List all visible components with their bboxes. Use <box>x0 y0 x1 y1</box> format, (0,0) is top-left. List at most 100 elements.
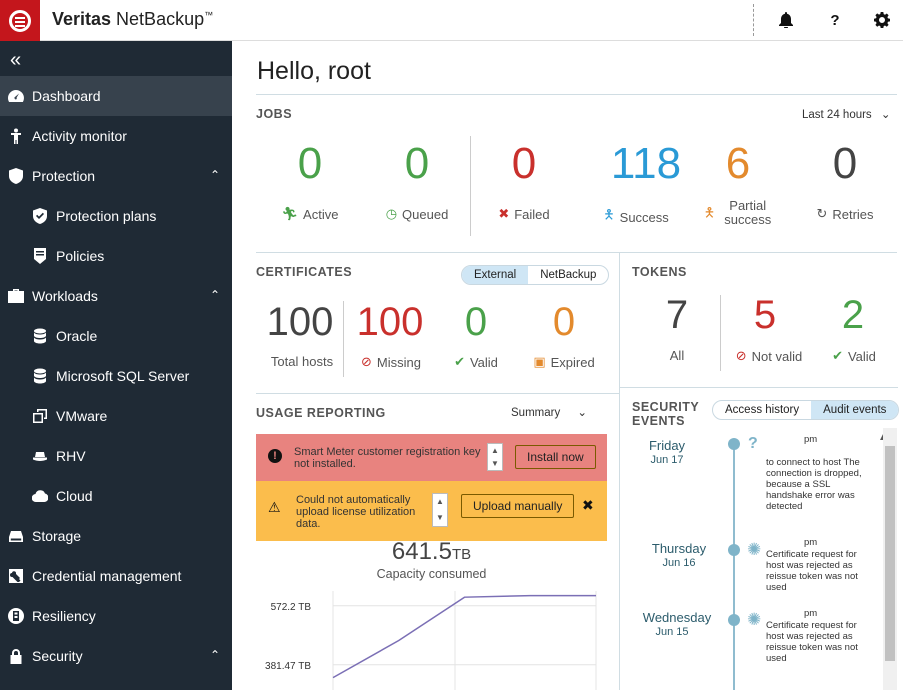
sidebar-item-rhv[interactable]: RHV <box>0 436 232 476</box>
partial-success-count[interactable]: 6 <box>708 139 768 189</box>
scroll-stepper[interactable]: ▲ ▼ <box>487 443 503 471</box>
divider <box>256 252 897 253</box>
tab-access-history[interactable]: Access history <box>713 401 811 419</box>
collapse-sidebar-icon[interactable]: « <box>10 49 21 72</box>
event-text[interactable]: to connect to host The connection is dro… <box>766 457 874 512</box>
tab-external[interactable]: External <box>462 266 529 284</box>
install-now-button[interactable]: Install now <box>515 445 596 469</box>
capacity-summary: 641.5TB <box>256 538 607 566</box>
tab-netbackup[interactable]: NetBackup <box>528 266 608 284</box>
person-icon: 🯅 <box>603 207 615 222</box>
person-icon: 🯅 <box>703 205 716 220</box>
security-events-title: SECURITY EVENTS <box>632 400 700 428</box>
chevron-up-icon[interactable]: ⌃ <box>210 288 220 302</box>
sidebar-item-policies[interactable]: Policies <box>0 236 232 276</box>
main-content: Hello, root JOBS Last 24 hours ⌄ 0 🏃︎ Act… <box>232 41 903 690</box>
running-person-icon: 🏃︎ <box>281 206 299 221</box>
close-icon[interactable]: ✖ <box>582 497 594 514</box>
missing-count[interactable]: 100 <box>352 300 428 345</box>
missing-label: ⊘ Missing <box>361 354 421 370</box>
tokens-valid-count[interactable]: 2 <box>828 293 878 338</box>
page-title: Hello, root <box>257 57 371 85</box>
valid-label: ✔ Valid <box>454 354 498 370</box>
sidebar-item-oracle[interactable]: Oracle <box>0 316 232 356</box>
failed-count[interactable]: 0 <box>494 139 554 189</box>
key-icon <box>8 568 24 584</box>
veritas-logo-icon[interactable] <box>0 0 40 41</box>
warning-icon: ⚠ <box>268 499 281 515</box>
events-scrollbar[interactable] <box>883 428 897 690</box>
sidebar-item-activity-monitor[interactable]: Activity monitor <box>0 116 232 156</box>
capacity-label: Capacity consumed <box>376 567 487 581</box>
expired-label: ▣ Expired <box>533 354 595 370</box>
usage-view-dropdown[interactable]: Summary ⌄ <box>511 405 587 419</box>
event-text[interactable]: Certificate request for host was rejecte… <box>766 620 874 664</box>
y-tick-label: 572.2 TB <box>271 602 312 613</box>
sidebar-item-label: Security <box>32 648 83 664</box>
tab-audit-events[interactable]: Audit events <box>811 401 899 419</box>
upload-manually-button[interactable]: Upload manually <box>461 494 575 518</box>
sidebar-item-label: Activity monitor <box>32 128 127 144</box>
sidebar-item-protection[interactable]: Protection ⌃ <box>0 156 232 196</box>
not-allowed-icon: ⊘ <box>735 348 747 363</box>
clock-icon: ◷ <box>385 206 398 221</box>
bell-icon[interactable] <box>774 8 798 32</box>
expired-count[interactable]: 0 <box>542 300 586 345</box>
scroll-stepper[interactable]: ▲ ▼ <box>432 493 448 527</box>
sidebar-item-protection-plans[interactable]: Protection plans <box>0 196 232 236</box>
sidebar-item-label: Storage <box>32 528 82 544</box>
sidebar-item-cloud[interactable]: Cloud <box>0 476 232 516</box>
check-circle-icon: ✔ <box>832 348 843 363</box>
sidebar-item-security[interactable]: Security ⌃ <box>0 636 232 676</box>
certificate-type-toggle[interactable]: External NetBackup <box>461 265 610 285</box>
app-title: Veritas NetBackup™ <box>52 9 214 29</box>
help-icon[interactable]: ? <box>823 8 847 32</box>
tokens-all-count[interactable]: 7 <box>652 293 702 338</box>
chevron-up-icon[interactable]: ⌃ <box>210 648 220 662</box>
scrollbar-thumb[interactable] <box>885 446 895 661</box>
cloud-icon <box>32 488 48 504</box>
retries-label: ↻ Retries <box>816 206 874 222</box>
timeline-dot <box>728 614 740 626</box>
database-icon <box>32 328 48 344</box>
timeline-line <box>733 441 735 690</box>
event-date: Jun 15 <box>655 626 689 638</box>
active-count[interactable]: 0 <box>280 139 340 189</box>
sidebar-item-label: Resiliency <box>32 608 96 624</box>
jobs-range-dropdown[interactable]: Last 24 hours ⌄ <box>802 107 891 121</box>
sidebar-item-resiliency[interactable]: Resiliency <box>0 596 232 636</box>
capacity-chart: 572.2 TB 381.47 TB <box>265 591 597 690</box>
total-hosts-count[interactable]: 100 <box>262 300 338 345</box>
chevron-down-icon: ⌄ <box>880 109 891 121</box>
sidebar-item-credential-management[interactable]: Credential management <box>0 556 232 596</box>
valid-count[interactable]: 0 <box>454 300 498 345</box>
events-toggle[interactable]: Access history Audit events <box>712 400 900 420</box>
sidebar: « Dashboard Activity monitor Protection … <box>0 41 232 690</box>
sidebar-item-label: Protection plans <box>56 208 157 224</box>
sidebar-item-storage[interactable]: Storage <box>0 516 232 556</box>
timeline-dot <box>728 438 740 450</box>
capacity-unit: TB <box>451 546 472 563</box>
gear-icon[interactable] <box>870 8 894 32</box>
hat-icon <box>32 448 48 464</box>
success-count[interactable]: 118 <box>601 139 691 189</box>
sidebar-item-label: Oracle <box>56 328 98 344</box>
gauge-icon <box>8 88 24 104</box>
sidebar-item-vmware[interactable]: VMware <box>0 396 232 436</box>
event-text[interactable]: Certificate request for host was rejecte… <box>766 549 874 593</box>
person-icon <box>8 128 24 144</box>
event-time: pm <box>804 537 818 548</box>
sidebar-item-label: Microsoft SQL Server <box>56 368 190 384</box>
sidebar-item-workloads[interactable]: Workloads ⌃ <box>0 276 232 316</box>
divider <box>620 387 898 388</box>
chevron-up-icon[interactable]: ⌃ <box>210 168 220 182</box>
queued-count[interactable]: 0 <box>387 139 447 189</box>
sidebar-item-mssql[interactable]: Microsoft SQL Server <box>0 356 232 396</box>
tokens-not-valid-count[interactable]: 5 <box>740 293 790 338</box>
retry-icon: ↻ <box>816 206 828 221</box>
calendar-icon: ▣ <box>533 354 546 369</box>
tokens-all-label: All <box>669 348 685 363</box>
retries-count[interactable]: 0 <box>815 139 875 189</box>
capacity-value: 641.5 <box>391 538 452 565</box>
sidebar-item-dashboard[interactable]: Dashboard <box>0 76 232 116</box>
